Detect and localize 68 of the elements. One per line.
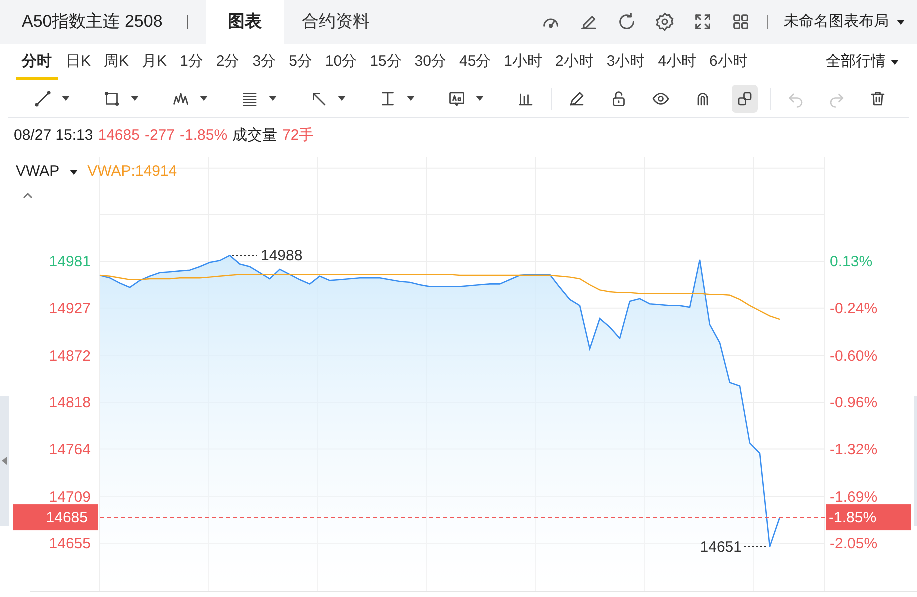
volume-value: 72手 [282, 126, 314, 146]
market-menu[interactable]: 全部行情 [826, 50, 899, 74]
period-tab[interactable]: 30分 [410, 44, 452, 80]
axis-label: 14872 [49, 348, 91, 365]
axis-label: -0.96% [830, 394, 878, 412]
axis-label: -0.24% [830, 300, 878, 318]
axis-label: 14655 [49, 535, 91, 552]
axis-label: 14709 [49, 488, 91, 506]
period-tab[interactable]: 6小时 [704, 44, 753, 80]
axis-label: 14818 [49, 394, 91, 412]
axis-label: -0.60% [830, 348, 878, 365]
quote-change: -277 [144, 126, 175, 146]
axis-label: 14764 [49, 441, 91, 458]
quote-change-percent: -1.85% [180, 126, 228, 146]
period-tab[interactable]: 15分 [365, 44, 407, 80]
caret-icon [70, 170, 78, 175]
leader-line [744, 546, 768, 548]
period-tab[interactable]: 1小时 [499, 44, 548, 80]
period-tab[interactable]: 月K [137, 44, 172, 80]
tab[interactable]: 图表 [206, 0, 284, 44]
fullscreen-icon[interactable] [693, 12, 713, 32]
period-tab[interactable]: 2分 [211, 44, 245, 80]
link-button[interactable] [732, 84, 758, 112]
quote-time: 08/27 15:13 [14, 126, 94, 146]
period-tab[interactable]: 1分 [175, 44, 208, 80]
axis-label: -1.69% [830, 488, 878, 506]
unlock-icon [610, 90, 628, 108]
period-tab[interactable]: 10分 [320, 44, 362, 80]
axis-label: 0.13% [830, 254, 873, 271]
text-height-icon [379, 90, 397, 108]
grid-icon[interactable] [731, 12, 751, 32]
axis-label: -2.05% [830, 535, 878, 552]
ref-line-label: 14685 [46, 510, 88, 527]
period-tab[interactable]: 4小时 [653, 44, 702, 80]
axis-label: 14981 [49, 254, 91, 271]
axis-label: -1.32% [830, 441, 878, 458]
trash-icon [869, 90, 887, 108]
collapse-icon[interactable] [22, 192, 34, 200]
axis-label: 14927 [49, 300, 91, 318]
period-tab[interactable]: 周K [99, 44, 134, 80]
layout-menu[interactable]: 未命名图表布局 [784, 10, 905, 34]
text-box-icon [448, 90, 466, 108]
period-tab[interactable]: 2小时 [550, 44, 599, 80]
rectangle-icon [103, 90, 121, 108]
volume-label: 成交量 [232, 126, 278, 146]
quote-price: 14685 [98, 126, 140, 146]
window-title: A50指数主连 2508 [22, 11, 163, 34]
indicator-value: VWAP:14914 [88, 162, 178, 182]
side-panel-handle[interactable] [0, 396, 9, 526]
percent-tag: -1.85% [826, 504, 911, 531]
line-tool-icon [34, 90, 52, 108]
period-tab[interactable]: 45分 [454, 44, 496, 80]
settings-icon[interactable] [655, 12, 675, 32]
refresh-icon[interactable] [617, 12, 637, 32]
price-tag: 14685 [13, 504, 98, 531]
period-tab[interactable]: 5分 [284, 44, 318, 80]
caret-icon [891, 60, 899, 64]
period-tab[interactable]: 3分 [248, 44, 282, 80]
tab[interactable]: 合约资料 [284, 0, 388, 44]
indicator-menu[interactable]: VWAP [16, 161, 78, 184]
leader-line [232, 255, 258, 256]
pencil-icon [568, 90, 586, 108]
price-label: 14651 [700, 538, 742, 556]
caret-icon [897, 20, 905, 24]
period-tab[interactable]: 3小时 [602, 44, 650, 80]
price-label: 14988 [261, 248, 303, 265]
period-tab[interactable]: 日K [61, 44, 96, 80]
period-tab[interactable]: 分时 [16, 44, 58, 80]
